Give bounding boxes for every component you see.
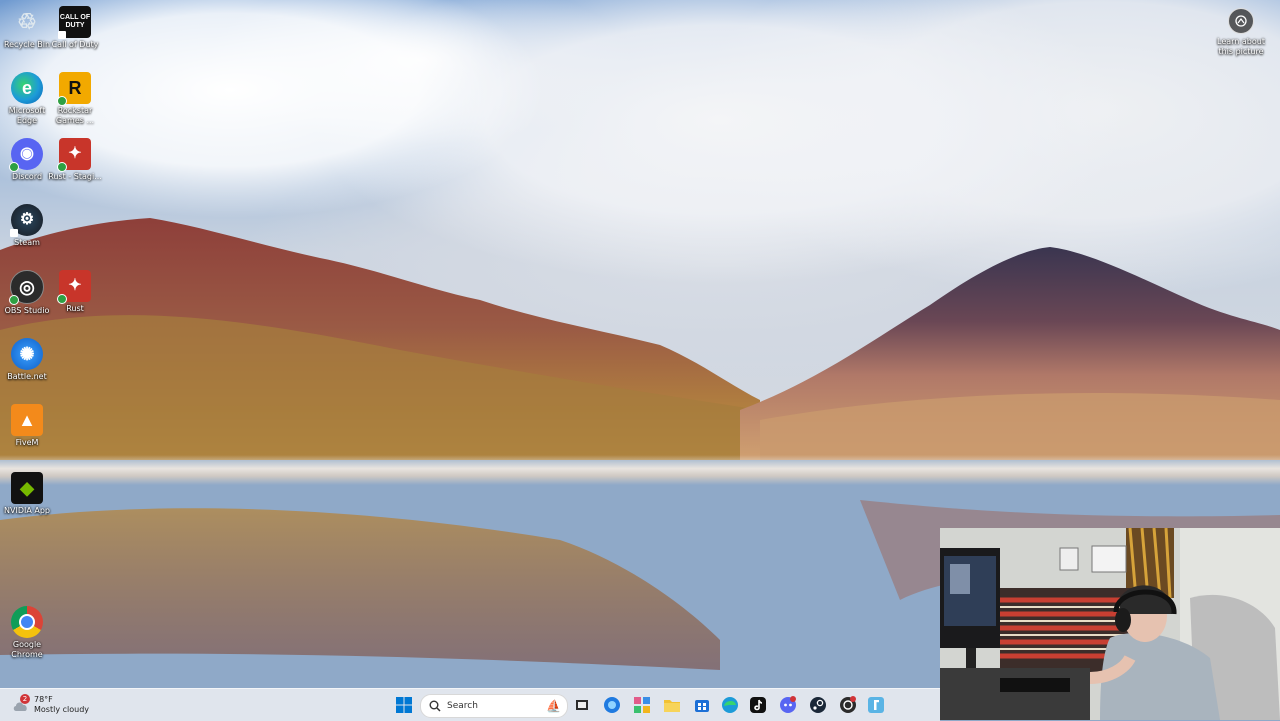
tiktok-icon bbox=[750, 697, 766, 713]
rust-staging-icon: ✦ bbox=[57, 138, 91, 172]
desktop-icon-steam[interactable]: ⚙ Steam bbox=[0, 204, 54, 248]
desktop-icon-label: Battle.net bbox=[7, 372, 47, 381]
steam-glyph: ⚙ bbox=[19, 211, 35, 228]
call-of-duty-icon: CALL OF DUTY bbox=[58, 6, 91, 39]
desktop-icon-rockstar[interactable]: R Rockstar Games ... bbox=[48, 72, 102, 126]
weather-widget[interactable]: 2 78°F Mostly cloudy bbox=[12, 693, 89, 717]
desktop-icon-label: Google Chrome bbox=[11, 640, 43, 659]
start-button[interactable] bbox=[392, 693, 416, 717]
fivem-icon: ▲ bbox=[11, 404, 43, 436]
desktop-icon-edge[interactable]: e Microsoft Edge bbox=[0, 72, 54, 126]
shortcut-arrow-icon bbox=[58, 31, 66, 39]
store-icon bbox=[695, 700, 709, 712]
taskbar-app-store[interactable] bbox=[690, 693, 714, 717]
widgets-icon bbox=[634, 697, 650, 713]
discord-glyph: ◉ bbox=[20, 145, 34, 162]
rust-glyph: ✦ bbox=[68, 145, 82, 162]
task-view-button[interactable] bbox=[570, 693, 594, 717]
taskbar: 2 78°F Mostly cloudy Search ⛵ bbox=[0, 688, 940, 721]
webcam-overlay bbox=[940, 528, 1280, 720]
desktop-icon-label: Recycle Bin bbox=[3, 40, 51, 49]
sync-check-icon bbox=[57, 162, 67, 172]
taskbar-app-obs[interactable] bbox=[836, 693, 860, 717]
obs-icon: ◎ bbox=[9, 270, 44, 305]
desktop-icon-label: Microsoft Edge bbox=[8, 106, 46, 125]
desktop-icon-label: NVIDIA App bbox=[4, 506, 50, 515]
taskbar-app-steam[interactable] bbox=[806, 693, 830, 717]
rockstar-glyph: R bbox=[68, 78, 82, 98]
desktop-icon-obs[interactable]: ◎ OBS Studio bbox=[0, 270, 54, 316]
fivem-glyph: ▲ bbox=[18, 410, 36, 430]
nvidia-icon: ◆ bbox=[11, 472, 43, 504]
search-icon bbox=[429, 700, 441, 712]
fivem-icon bbox=[868, 697, 884, 713]
weather-temp: 78°F bbox=[34, 695, 53, 704]
chrome-icon bbox=[11, 606, 43, 638]
desktop-icon-label: Rockstar Games ... bbox=[55, 106, 95, 125]
desktop-icon-call-of-duty[interactable]: CALL OF DUTY Call of Duty bbox=[48, 6, 102, 50]
taskbar-app-copilot[interactable] bbox=[600, 693, 624, 717]
taskbar-search[interactable]: Search ⛵ bbox=[420, 694, 568, 718]
cloud-icon: 2 bbox=[12, 694, 30, 712]
sync-check-icon bbox=[57, 96, 67, 106]
desktop-icon-recycle-bin[interactable]: ♲ Recycle Bin bbox=[0, 6, 54, 50]
weather-condition: Mostly cloudy bbox=[34, 705, 89, 714]
taskbar-app-tiktok[interactable] bbox=[746, 693, 770, 717]
sync-check-icon bbox=[57, 294, 67, 304]
steam-icon bbox=[810, 697, 826, 713]
taskbar-app-discord[interactable] bbox=[776, 693, 800, 717]
rust-glyph: ✦ bbox=[68, 277, 82, 294]
obs-glyph: ◎ bbox=[19, 277, 35, 297]
task-view-icon bbox=[576, 700, 588, 710]
sync-check-icon bbox=[9, 162, 19, 172]
taskbar-app-fivem[interactable] bbox=[864, 693, 888, 717]
learn-about-picture[interactable]: Learn about this picture bbox=[1214, 8, 1268, 57]
webcam-scene bbox=[940, 528, 1280, 720]
windows-logo-icon bbox=[396, 697, 412, 713]
shortcut-arrow-icon bbox=[10, 229, 18, 237]
desktop-icon-label: FiveM bbox=[15, 438, 39, 447]
learn-about-picture-label: Learn about this picture bbox=[1217, 37, 1265, 56]
discord-icon: ◉ bbox=[9, 138, 43, 172]
desktop-icon-label: Call of Duty bbox=[51, 40, 99, 49]
taskbar-app-edge[interactable] bbox=[718, 693, 742, 717]
notification-badge: 2 bbox=[20, 694, 30, 704]
obs-icon bbox=[840, 696, 856, 713]
recycle-bin-icon: ♲ bbox=[17, 9, 37, 34]
folder-icon bbox=[664, 700, 680, 712]
desktop-icon-chrome[interactable]: Google Chrome bbox=[0, 606, 54, 660]
search-highlight-icon: ⛵ bbox=[546, 699, 561, 713]
search-placeholder: Search bbox=[447, 701, 478, 711]
desktop-icon-label: OBS Studio bbox=[4, 306, 50, 315]
taskbar-app-file-explorer[interactable] bbox=[660, 693, 684, 717]
copilot-icon bbox=[604, 697, 620, 713]
desktop-icon-rust[interactable]: ✦ Rust bbox=[48, 270, 102, 314]
desktop-icon-battlenet[interactable]: ✺ Battle.net bbox=[0, 338, 54, 382]
rockstar-icon: R bbox=[57, 72, 91, 106]
steam-icon: ⚙ bbox=[10, 204, 43, 237]
battlenet-glyph: ✺ bbox=[19, 344, 35, 364]
desktop-icon-label: Rust - Stagi... bbox=[48, 172, 102, 181]
nvidia-glyph: ◆ bbox=[20, 478, 34, 498]
desktop-icon-discord[interactable]: ◉ Discord bbox=[0, 138, 54, 182]
chrome-center bbox=[19, 614, 35, 630]
camera-icon bbox=[1228, 8, 1254, 34]
taskbar-app-widgets[interactable] bbox=[630, 693, 654, 717]
rust-icon: ✦ bbox=[57, 270, 91, 304]
desktop-icon-nvidia[interactable]: ◆ NVIDIA App bbox=[0, 472, 54, 516]
desktop-icon-label: Steam bbox=[14, 238, 40, 247]
battlenet-icon: ✺ bbox=[11, 338, 43, 370]
call-of-duty-logo-text: CALL OF DUTY bbox=[59, 14, 91, 29]
discord-icon bbox=[780, 696, 796, 713]
desktop-icon-fivem[interactable]: ▲ FiveM bbox=[0, 404, 54, 448]
edge-icon: e bbox=[11, 72, 43, 104]
desktop-icon-label: Rust bbox=[66, 304, 84, 313]
desktop-icon-rust-staging[interactable]: ✦ Rust - Stagi... bbox=[48, 138, 102, 182]
edge-icon bbox=[722, 697, 738, 713]
sync-check-icon bbox=[9, 295, 19, 305]
desktop-icon-label: Discord bbox=[11, 172, 43, 181]
